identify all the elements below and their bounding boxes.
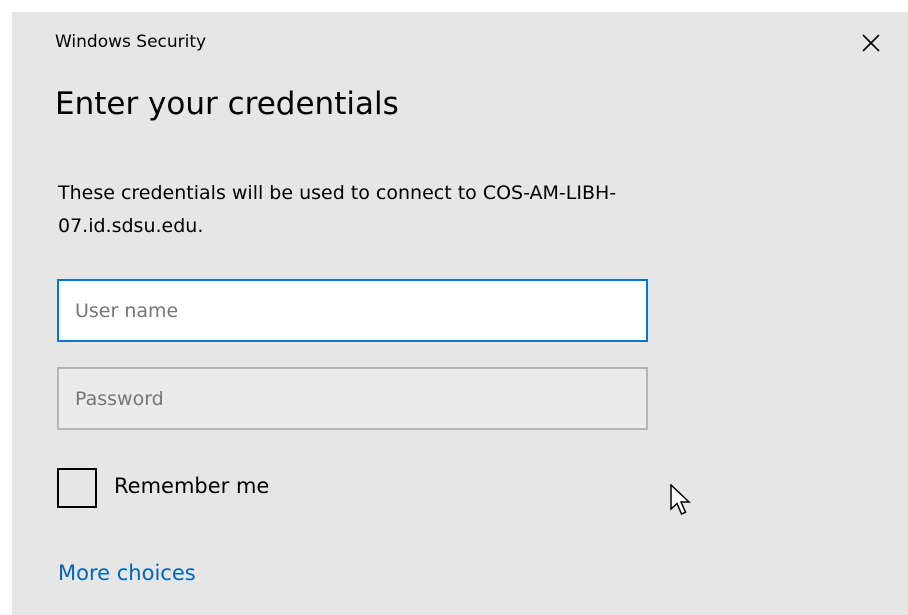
close-button[interactable]: [856, 28, 886, 58]
password-input[interactable]: [57, 367, 648, 430]
dialog-heading: Enter your credentials: [55, 86, 399, 122]
window-title: Windows Security: [55, 32, 207, 52]
connection-message: These credentials will be used to connec…: [58, 182, 617, 237]
windows-security-dialog: Windows Security Enter your credentials …: [12, 12, 908, 615]
close-icon: [862, 34, 880, 52]
username-input[interactable]: [57, 279, 648, 342]
arrow-cursor-icon: [670, 484, 692, 518]
remember-me-label: Remember me: [114, 474, 270, 498]
more-choices-link[interactable]: More choices: [58, 558, 196, 588]
checkbox-box[interactable]: [57, 468, 97, 508]
